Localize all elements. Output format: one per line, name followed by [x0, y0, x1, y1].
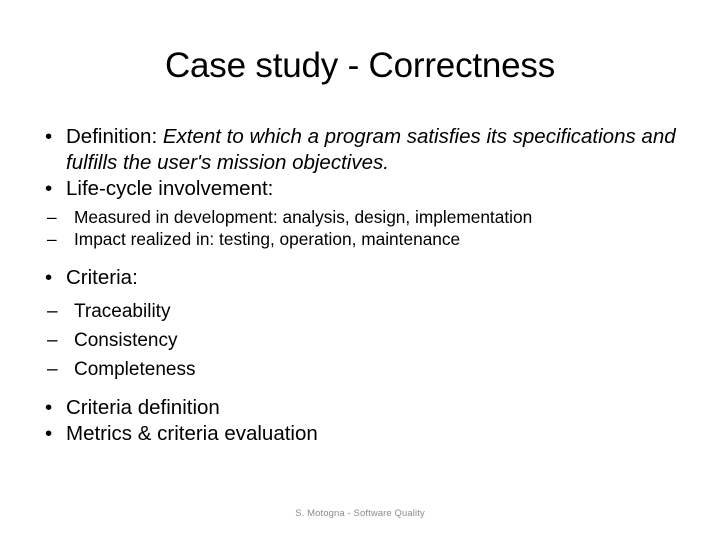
- bullet-item-criteria: • Criteria:: [36, 265, 700, 291]
- bullet-item-metrics-evaluation: • Metrics & criteria evaluation: [36, 421, 700, 447]
- page-title: Case study - Correctness: [164, 46, 556, 85]
- dash-bullet-icon: –: [47, 330, 58, 351]
- sub-bullet-label: Completeness: [74, 359, 196, 380]
- bullet-dot-icon: •: [45, 266, 53, 289]
- sub-bullet-item: – Consistency: [36, 326, 700, 355]
- slide: Case study - Correctness • Definition: E…: [0, 0, 720, 540]
- definition-label: Definition:: [66, 125, 158, 148]
- slide-content-body: • Definition: Extent to which a program …: [36, 124, 700, 447]
- dash-bullet-icon: –: [47, 359, 58, 380]
- lifecycle-heading: Life-cycle involvement:: [66, 177, 274, 200]
- metrics-evaluation-label: Metrics & criteria evaluation: [66, 422, 318, 445]
- bullet-list-level1: • Definition: Extent to which a program …: [36, 124, 700, 447]
- bullet-dot-icon: •: [45, 177, 53, 200]
- sub-bullet-label: Measured in development: analysis, desig…: [74, 207, 533, 227]
- bullet-item-definition: • Definition: Extent to which a program …: [36, 124, 700, 176]
- sub-bullet-item: – Completeness: [36, 355, 700, 384]
- slide-footer: S. Motogna - Software Quality: [295, 508, 425, 519]
- sub-bullet-label: Traceability: [74, 301, 171, 322]
- dash-bullet-icon: –: [47, 301, 58, 322]
- bullet-list-criteria-sub: – Traceability – Consistency – Completen…: [36, 297, 700, 384]
- sub-bullet-label: Consistency: [74, 330, 178, 351]
- definition-line: Definition: Extent to which a program sa…: [66, 124, 700, 176]
- bullet-item-lifecycle: • Life-cycle involvement:: [36, 176, 700, 202]
- sub-bullet-item: – Traceability: [36, 297, 700, 326]
- sub-bullet-item: – Measured in development: analysis, des…: [36, 206, 700, 228]
- criteria-definition-label: Criteria definition: [66, 396, 220, 419]
- dash-bullet-icon: –: [47, 207, 57, 227]
- criteria-heading: Criteria:: [66, 266, 138, 289]
- bullet-dot-icon: •: [45, 422, 53, 445]
- bullet-dot-icon: •: [45, 396, 53, 419]
- bullet-item-criteria-definition: • Criteria definition: [36, 395, 700, 421]
- dash-bullet-icon: –: [47, 229, 57, 249]
- bullet-dot-icon: •: [45, 125, 53, 148]
- sub-bullet-item: – Impact realized in: testing, operation…: [36, 228, 700, 250]
- sub-bullet-label: Impact realized in: testing, operation, …: [74, 229, 461, 249]
- bullet-list-lifecycle-sub: – Measured in development: analysis, des…: [36, 206, 700, 250]
